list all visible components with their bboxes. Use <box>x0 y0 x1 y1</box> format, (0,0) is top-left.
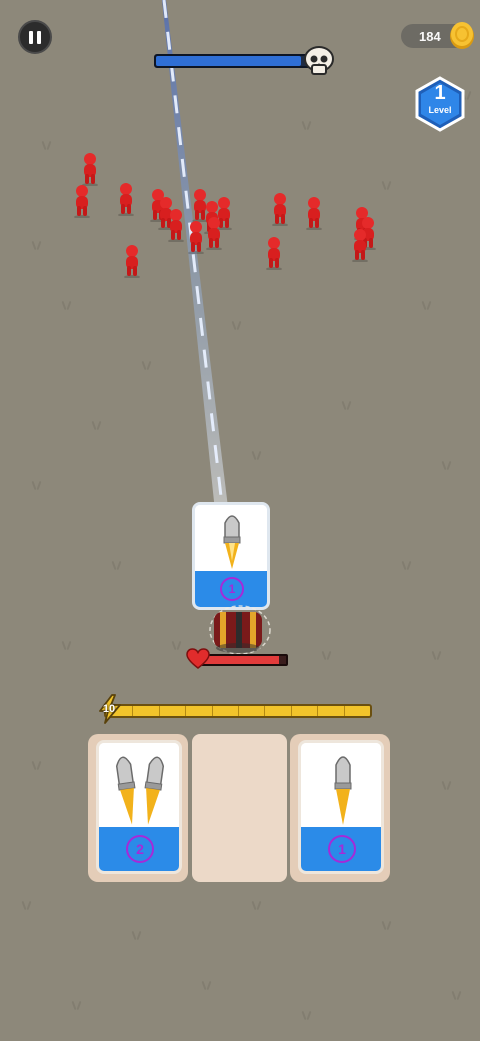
grass-tuft <box>110 560 124 570</box>
enemy-stickman <box>188 221 204 254</box>
enemy-stickman <box>118 183 134 216</box>
wave-progress-fill <box>156 56 302 66</box>
grass-tuft <box>320 650 334 660</box>
energy-value: 10 <box>102 703 116 715</box>
enemy-stickman <box>168 209 184 242</box>
loaded-ammo-card: 1 <box>192 502 270 610</box>
energy-segment-divider <box>290 706 292 716</box>
grass-tuft <box>300 1010 314 1020</box>
player-cannon <box>209 605 271 654</box>
player-health-fill <box>202 656 280 664</box>
pause-icon <box>29 30 33 44</box>
grass-tuft <box>30 760 44 770</box>
coin-amount: 184 <box>419 28 441 44</box>
grass-tuft <box>130 930 144 940</box>
heart-icon <box>186 648 210 669</box>
grass-tuft <box>400 560 414 570</box>
energy-segment-divider <box>211 706 213 716</box>
enemy-stickman <box>124 245 140 278</box>
grass-tuft <box>170 640 184 650</box>
energy-segment-divider <box>317 706 319 716</box>
level-label: Level <box>428 105 452 115</box>
player-health-bar <box>200 654 288 666</box>
grass-tuft <box>20 900 34 910</box>
enemy-stickman <box>266 237 282 270</box>
loaded-ammo-count: 1 <box>220 577 244 601</box>
energy-segment-divider <box>238 706 239 716</box>
energy-segment-divider <box>185 706 187 716</box>
energy-bar <box>104 704 372 718</box>
bullet-icon <box>115 756 165 825</box>
enemy-stickman <box>352 229 368 262</box>
enemy-stickman <box>272 193 288 226</box>
energy-segment-divider <box>158 706 160 716</box>
energy-segment-divider <box>343 706 345 716</box>
grass-tuft <box>450 990 464 1000</box>
enemy-stickman <box>206 217 222 250</box>
grass-tuft <box>430 650 444 660</box>
level-number: 1 <box>434 82 446 104</box>
grass-tuft <box>200 980 214 990</box>
card-3-count: 1 <box>328 835 356 863</box>
skull-icon <box>304 46 334 75</box>
enemy-stickman <box>306 197 322 230</box>
card-1-count: 2 <box>126 835 154 863</box>
hand-card-1[interactable]: 2 <box>96 740 182 874</box>
grass-tuft <box>250 900 264 910</box>
hand-card-3[interactable]: 1 <box>298 740 384 874</box>
wave-progress-bar <box>154 54 314 68</box>
grass-tuft <box>70 1000 84 1010</box>
energy-segment-divider <box>264 706 266 716</box>
bullet-icon <box>223 515 241 569</box>
energy-segment-divider <box>132 706 134 716</box>
enemy-stickman <box>82 153 98 186</box>
aim-laser <box>162 0 232 541</box>
bullet-icon <box>334 756 352 825</box>
grass-tuft <box>380 920 394 930</box>
coin-icon <box>450 22 474 49</box>
pause-button[interactable] <box>18 20 52 54</box>
grass-tuft <box>440 780 454 790</box>
enemy-stickman <box>74 185 90 218</box>
grass-tuft <box>60 640 74 650</box>
hand-slot-2-empty[interactable] <box>192 734 287 882</box>
